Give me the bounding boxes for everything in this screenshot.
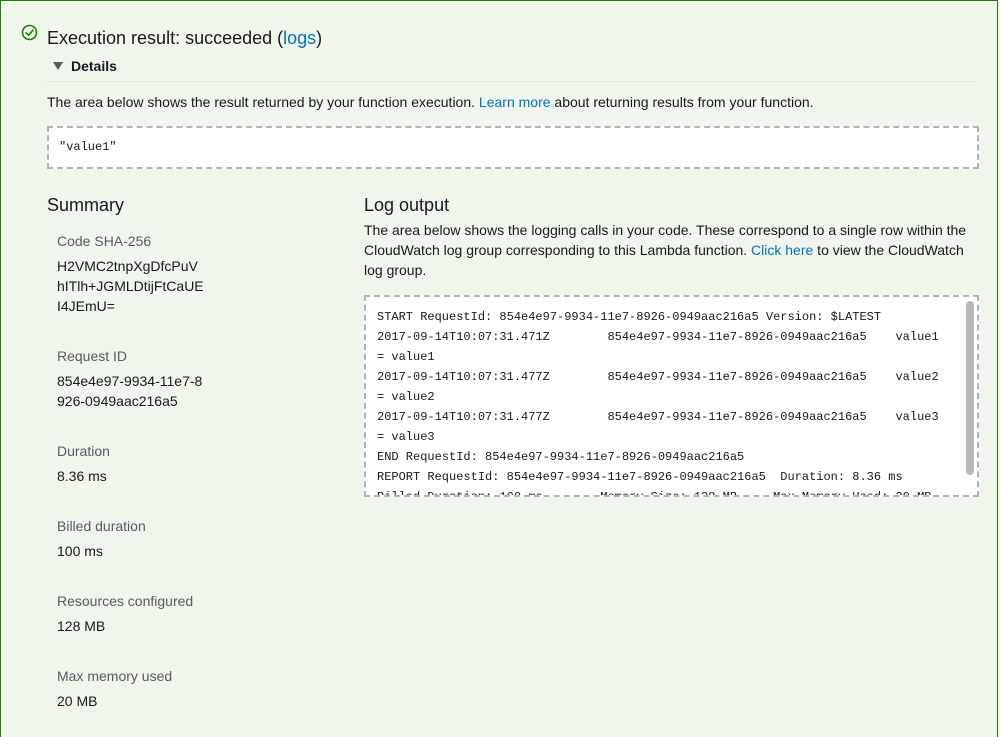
log-line: Billed Duration: 100 ms Memory Size: 128… xyxy=(377,490,932,497)
log-line: 2017-09-14T10:07:31.471Z 854e4e97-9934-1… xyxy=(377,330,939,344)
summary-resources: Resources configured 128 MB xyxy=(57,592,317,636)
summary-title: Summary xyxy=(47,195,125,215)
summary-label: Max memory used xyxy=(57,668,173,684)
summary-label: Code SHA-256 xyxy=(57,233,152,249)
desc-text: The area below shows the result returned… xyxy=(47,94,479,110)
learn-more-link[interactable]: Learn more xyxy=(479,94,551,110)
log-line: REPORT RequestId: 854e4e97-9934-11e7-892… xyxy=(377,470,903,484)
log-output-box[interactable]: START RequestId: 854e4e97-9934-11e7-8926… xyxy=(364,295,979,497)
details-label: Details xyxy=(71,58,117,74)
logs-link[interactable]: logs xyxy=(283,28,316,48)
log-description: The area below shows the logging calls i… xyxy=(364,220,984,280)
success-check-icon xyxy=(21,24,38,41)
divider xyxy=(47,81,975,82)
summary-value: 128 MB xyxy=(57,618,106,634)
summary-label: Resources configured xyxy=(57,593,194,609)
log-line: 2017-09-14T10:07:31.477Z 854e4e97-9934-1… xyxy=(377,370,939,384)
summary-duration: Duration 8.36 ms xyxy=(57,442,317,486)
log-line: = value2 xyxy=(377,390,435,404)
result-value: "value1" xyxy=(59,140,117,154)
log-scrollbar[interactable] xyxy=(966,301,974,475)
log-line: = value1 xyxy=(377,350,435,364)
summary-max-memory: Max memory used 20 MB xyxy=(57,667,317,711)
summary-label: Billed duration xyxy=(57,518,146,534)
summary-value: H2VMC2tnpXgDfcPuV hITlh+JGMLDtijFtCaUE I… xyxy=(57,258,204,314)
execution-result-panel: Execution result: succeeded (logs) Detai… xyxy=(0,0,998,737)
click-here-link[interactable]: Click here xyxy=(751,242,813,258)
summary-request-id: Request ID 854e4e97-9934-11e7-8926-0949a… xyxy=(57,347,317,411)
title-text: Execution result: succeeded ( xyxy=(47,28,284,48)
summary-value: 8.36 ms xyxy=(57,468,107,484)
caret-down-icon xyxy=(53,62,63,70)
summary-value: 20 MB xyxy=(57,693,98,709)
log-line: END RequestId: 854e4e97-9934-11e7-8926-0… xyxy=(377,450,745,464)
desc-text-post: about returning results from your functi… xyxy=(550,94,814,110)
execution-result-title: Execution result: succeeded (logs) xyxy=(47,26,322,50)
result-output-box[interactable]: "value1" xyxy=(47,126,979,169)
summary-value: 100 ms xyxy=(57,543,103,559)
log-line: START RequestId: 854e4e97-9934-11e7-8926… xyxy=(377,310,882,324)
details-toggle[interactable]: Details xyxy=(53,58,117,74)
summary-value: 854e4e97-9934-11e7-8926-0949aac216a5 xyxy=(57,373,203,409)
title-suffix: ) xyxy=(316,28,323,48)
log-line: 2017-09-14T10:07:31.477Z 854e4e97-9934-1… xyxy=(377,410,939,424)
log-line: = value3 xyxy=(377,430,435,444)
summary-label: Duration xyxy=(57,443,110,459)
summary-code-sha: Code SHA-256 H2VMC2tnpXgDfcPuV hITlh+JGM… xyxy=(57,232,317,316)
result-description: The area below shows the result returned… xyxy=(47,93,814,111)
log-output-title: Log output xyxy=(364,195,450,215)
summary-label: Request ID xyxy=(57,348,128,364)
summary-billed-duration: Billed duration 100 ms xyxy=(57,517,317,561)
